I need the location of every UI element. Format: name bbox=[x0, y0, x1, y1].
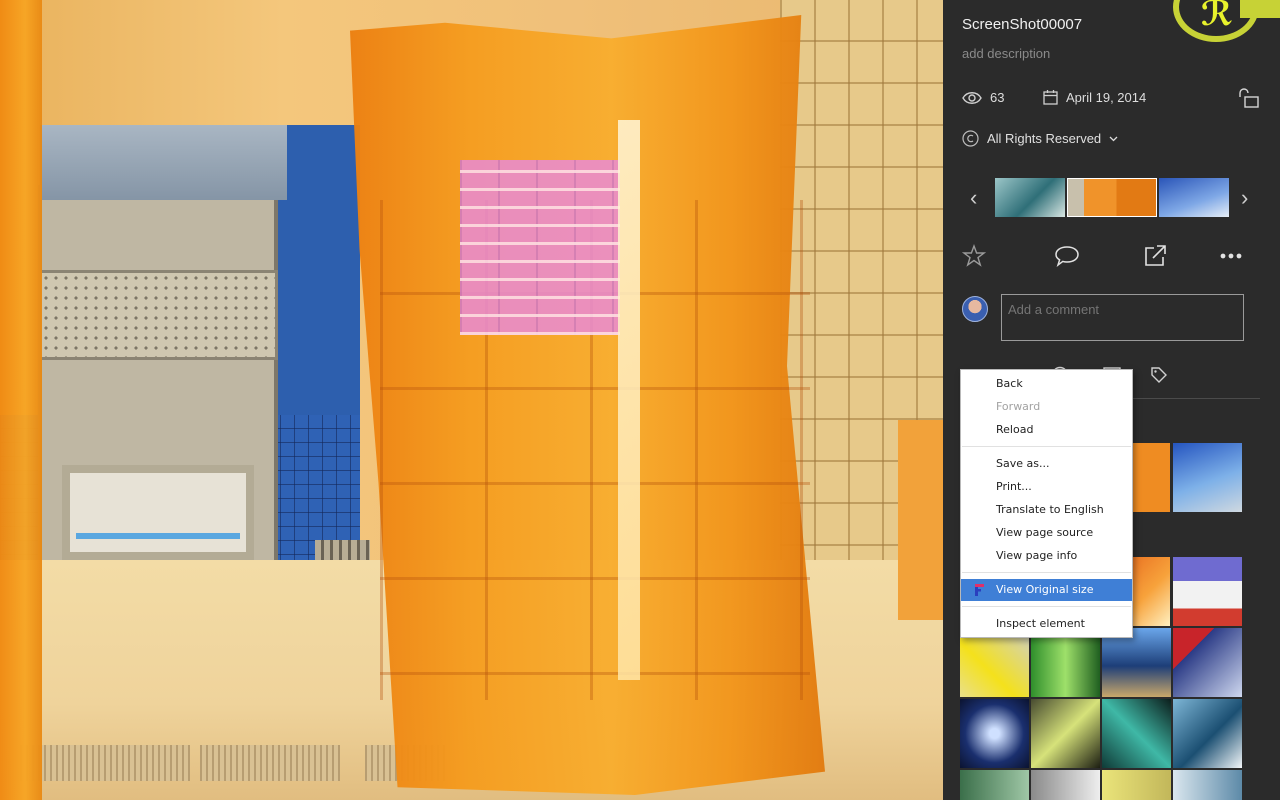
related-photo-thumb[interactable] bbox=[1173, 443, 1242, 512]
scaffold-panel bbox=[38, 270, 278, 360]
license-dropdown[interactable]: All Rights Reserved bbox=[962, 130, 1118, 147]
photo-date: April 19, 2014 bbox=[1066, 90, 1147, 105]
copyright-icon bbox=[962, 130, 979, 147]
menu-item-reload[interactable]: Reload bbox=[961, 419, 1132, 441]
menu-item-label: View Original size bbox=[996, 583, 1094, 596]
more-icon[interactable] bbox=[1219, 244, 1243, 268]
menu-separator bbox=[962, 606, 1131, 607]
gallery-photo-thumb[interactable] bbox=[1173, 699, 1242, 768]
menu-item-save-as[interactable]: Save as... bbox=[961, 453, 1132, 475]
neon-window bbox=[460, 160, 620, 335]
filmstrip-thumb[interactable] bbox=[995, 178, 1065, 217]
logo-glyph-icon: ℛ bbox=[1201, 0, 1233, 33]
calendar-icon bbox=[1043, 90, 1058, 105]
menu-item-back[interactable]: Back bbox=[961, 373, 1132, 395]
gallery-photo-thumb[interactable] bbox=[1173, 557, 1242, 626]
photo-viewer[interactable] bbox=[0, 0, 943, 800]
views-count: 63 bbox=[990, 90, 1005, 105]
menu-item-inspect[interactable]: Inspect element bbox=[961, 613, 1132, 635]
comment-input[interactable] bbox=[1001, 294, 1244, 341]
menu-separator bbox=[962, 446, 1131, 447]
chevron-right-icon[interactable]: › bbox=[1241, 185, 1248, 211]
filmstrip-thumb[interactable] bbox=[1159, 178, 1229, 217]
orange-curtain-left bbox=[0, 0, 42, 800]
gallery-photo-thumb[interactable] bbox=[960, 699, 1029, 768]
orange-sheet bbox=[898, 420, 943, 620]
scaffold-roof bbox=[42, 125, 287, 200]
menu-item-print[interactable]: Print... bbox=[961, 476, 1132, 498]
menu-item-view-original-size[interactable]: View Original size bbox=[961, 579, 1132, 601]
context-menu: Back Forward Reload Save as... Print... … bbox=[960, 369, 1133, 638]
tag-icon[interactable] bbox=[1150, 366, 1168, 384]
window-frame bbox=[62, 465, 254, 560]
share-icon[interactable] bbox=[1143, 244, 1168, 268]
filmstrip-thumb-current[interactable] bbox=[1067, 178, 1157, 217]
license-label: All Rights Reserved bbox=[987, 131, 1102, 146]
eye-icon bbox=[962, 91, 982, 104]
gallery-photo-thumb[interactable] bbox=[960, 628, 1029, 697]
gallery-photo-thumb[interactable] bbox=[960, 770, 1029, 800]
gallery-photo-thumb[interactable] bbox=[1031, 770, 1100, 800]
comment-icon[interactable] bbox=[1054, 244, 1080, 268]
star-icon[interactable] bbox=[962, 244, 986, 268]
menu-item-translate[interactable]: Translate to English bbox=[961, 499, 1132, 521]
menu-separator bbox=[962, 572, 1131, 573]
chevron-down-icon bbox=[1109, 136, 1118, 141]
gallery-photo-thumb[interactable] bbox=[1031, 628, 1100, 697]
menu-item-forward: Forward bbox=[996, 400, 1041, 413]
floor-grate bbox=[20, 745, 190, 781]
logo-accent bbox=[1240, 0, 1280, 18]
gallery-photo-thumb[interactable] bbox=[1102, 628, 1171, 697]
gallery-photo-thumb[interactable] bbox=[1102, 699, 1171, 768]
date-stat: April 19, 2014 bbox=[1043, 90, 1146, 105]
filmstrip bbox=[995, 178, 1229, 217]
avatar[interactable] bbox=[962, 296, 988, 322]
chevron-left-icon[interactable]: ‹ bbox=[970, 185, 977, 211]
gallery-photo-thumb[interactable] bbox=[1173, 770, 1242, 800]
unlock-icon[interactable] bbox=[1238, 88, 1260, 108]
extension-icon bbox=[975, 584, 984, 596]
views-stat: 63 bbox=[962, 90, 1004, 105]
photo-title[interactable]: ScreenShot00007 bbox=[962, 16, 1082, 33]
light-strip bbox=[618, 120, 640, 680]
gallery-photo-thumb[interactable] bbox=[1031, 699, 1100, 768]
gallery-photo-thumb[interactable] bbox=[1173, 628, 1242, 697]
floor-grate bbox=[200, 745, 340, 781]
add-description-link[interactable]: add description bbox=[962, 46, 1050, 61]
menu-item-view-source[interactable]: View page source bbox=[961, 522, 1132, 544]
gallery-photo-thumb[interactable] bbox=[1102, 770, 1171, 800]
menu-item-page-info[interactable]: View page info bbox=[961, 545, 1132, 567]
